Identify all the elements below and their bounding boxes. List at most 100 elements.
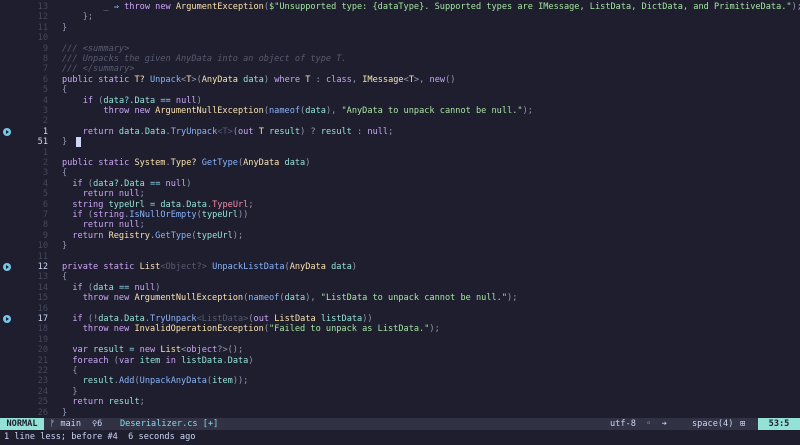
code-line[interactable]: 5 return null; [0, 189, 800, 199]
code-text: throw new InvalidOperationException("Fai… [62, 324, 440, 334]
code-token: class [325, 74, 352, 85]
code-line[interactable]: 4 if (data?.Data == null) [0, 96, 800, 106]
code-line[interactable]: 6 public static T? Unpack<T>(AnyData data… [0, 75, 800, 85]
code-token: data [284, 293, 306, 304]
code-line[interactable]: 26} [0, 408, 800, 418]
code-line[interactable]: 16 [0, 304, 800, 314]
code-token: GetType [201, 158, 238, 168]
code-line[interactable]: 13 _ ⇒ throw new ArgumentException($"Uns… [0, 2, 800, 12]
code-token: result [82, 376, 114, 387]
code-line[interactable]: 15 throw new ArgumentNullException(nameo… [0, 293, 800, 303]
code-line[interactable]: 19 [0, 335, 800, 345]
code-line[interactable]: 12 private static List<Object?> UnpackLis… [0, 262, 800, 272]
code-token: return [82, 189, 119, 200]
code-token: /// </summary> [62, 64, 135, 75]
code-text: if (string.IsNullOrEmpty(typeUrl)) [62, 210, 248, 220]
code-token: ⇒ [113, 2, 125, 12]
code-token: data [305, 106, 326, 116]
code-line[interactable]: 6 string typeUrl = data.Data.TypeUrl; [0, 200, 800, 210]
code-line[interactable]: 10 [0, 33, 800, 43]
code-line[interactable]: 2 public static System.Type? GetType(AnyD… [0, 158, 800, 168]
code-token: } [62, 22, 68, 33]
code-token: TryUnpack [150, 314, 197, 324]
code-line[interactable]: 25 return result; [0, 397, 800, 407]
code-line[interactable]: 1 [0, 148, 800, 158]
line-number: 5 [42, 189, 48, 200]
code-text: result.Add(UnpackAnyData(item)); [62, 376, 249, 387]
code-line[interactable]: 20 var result = new List<object?>(); [0, 345, 800, 355]
code-text: _ ⇒ throw new ArgumentException($"Unsupp… [62, 2, 800, 12]
code-line[interactable]: 13 { [0, 272, 800, 282]
code-line[interactable]: 24 } [0, 387, 800, 397]
code-line[interactable]: 18 throw new InvalidOperationException("… [0, 324, 800, 334]
line-number: 51 [37, 137, 48, 148]
code-line[interactable]: 14 if (data == null) [0, 283, 800, 293]
line-number: 8 [42, 54, 48, 64]
code-line[interactable]: 11} [0, 23, 800, 33]
code-line[interactable]: 7 /// </summary> [0, 64, 800, 74]
code-line[interactable]: 17 if (!data.Data.TryUnpack<ListData>(ou… [0, 314, 800, 324]
code-line[interactable]: 12 }; [0, 12, 800, 22]
code-token: throw [124, 2, 156, 12]
code-line[interactable]: 9 /// <summary> [0, 44, 800, 54]
code-line[interactable]: 3{ [0, 168, 800, 178]
code-token: } [62, 137, 68, 148]
git-branch: ᚠ main [50, 419, 82, 429]
code-token: ArgumentNullException [134, 293, 244, 304]
code-token: = [149, 199, 161, 210]
code-token: "Failed to unpack as ListData." [269, 324, 430, 335]
line-number: 11 [37, 251, 48, 262]
code-token: , [351, 74, 363, 85]
code-line[interactable]: 11 [0, 252, 800, 262]
code-token: List [139, 262, 161, 272]
code-line[interactable]: 21 foreach (var item in listData.Data) [0, 356, 800, 366]
code-token: }; [82, 12, 94, 23]
code-line[interactable]: 22 { [0, 366, 800, 376]
code-line[interactable]: 10} [0, 241, 800, 251]
line-number: 24 [37, 386, 48, 397]
code-token: null [367, 126, 389, 137]
code-line[interactable]: 23 result.Add(UnpackAnyData(item)); [0, 376, 800, 386]
code-editor[interactable]: 13 _ ⇒ throw new ArgumentException($"Uns… [0, 0, 800, 418]
line-number: 13 [37, 2, 48, 12]
code-token: out [238, 126, 259, 137]
code-token: foreach [72, 355, 114, 366]
code-line[interactable]: 2 [0, 116, 800, 126]
code-text: return Registry.GetType(typeUrl); [62, 231, 243, 241]
code-token: out [253, 314, 275, 324]
code-token: == [160, 95, 176, 106]
code-token: ; [139, 220, 145, 231]
code-token: AnyData [289, 262, 332, 272]
code-line[interactable]: 51} [0, 137, 800, 148]
code-token: { [62, 85, 68, 96]
code-line[interactable]: 8 /// Unpacks the given AnyData into an o… [0, 54, 800, 64]
code-line[interactable]: 4 if (data?.Data == null) [0, 179, 800, 189]
code-text: /// Unpacks the given AnyData into an ob… [62, 54, 347, 64]
code-text: if (data == null) [62, 283, 160, 293]
code-token: null [134, 282, 156, 293]
code-line[interactable]: 9 return Registry.GetType(typeUrl); [0, 231, 800, 241]
code-line[interactable]: 7 if (string.IsNullOrEmpty(typeUrl)) [0, 210, 800, 220]
code-line[interactable]: 5{ [0, 85, 800, 95]
code-line[interactable]: 1 return data.Data.TryUnpack<T>(out T re… [0, 127, 800, 137]
code-token: var [118, 355, 140, 366]
code-token: new [155, 2, 176, 12]
code-token: ), [325, 106, 342, 116]
code-token: Data [134, 95, 161, 106]
code-token: new [429, 74, 446, 85]
code-text: return null; [62, 220, 145, 230]
code-text: private static List<Object?> UnpackListD… [62, 262, 357, 272]
code-line[interactable]: 8 return null; [0, 220, 800, 230]
code-token: typeUrl [108, 199, 150, 210]
code-token: data [98, 314, 119, 324]
code-text: }; [62, 12, 93, 22]
code-token: nameof [248, 293, 280, 304]
code-text: return null; [62, 189, 145, 199]
code-line[interactable]: 3 throw new ArgumentNullException(nameof… [0, 106, 800, 116]
